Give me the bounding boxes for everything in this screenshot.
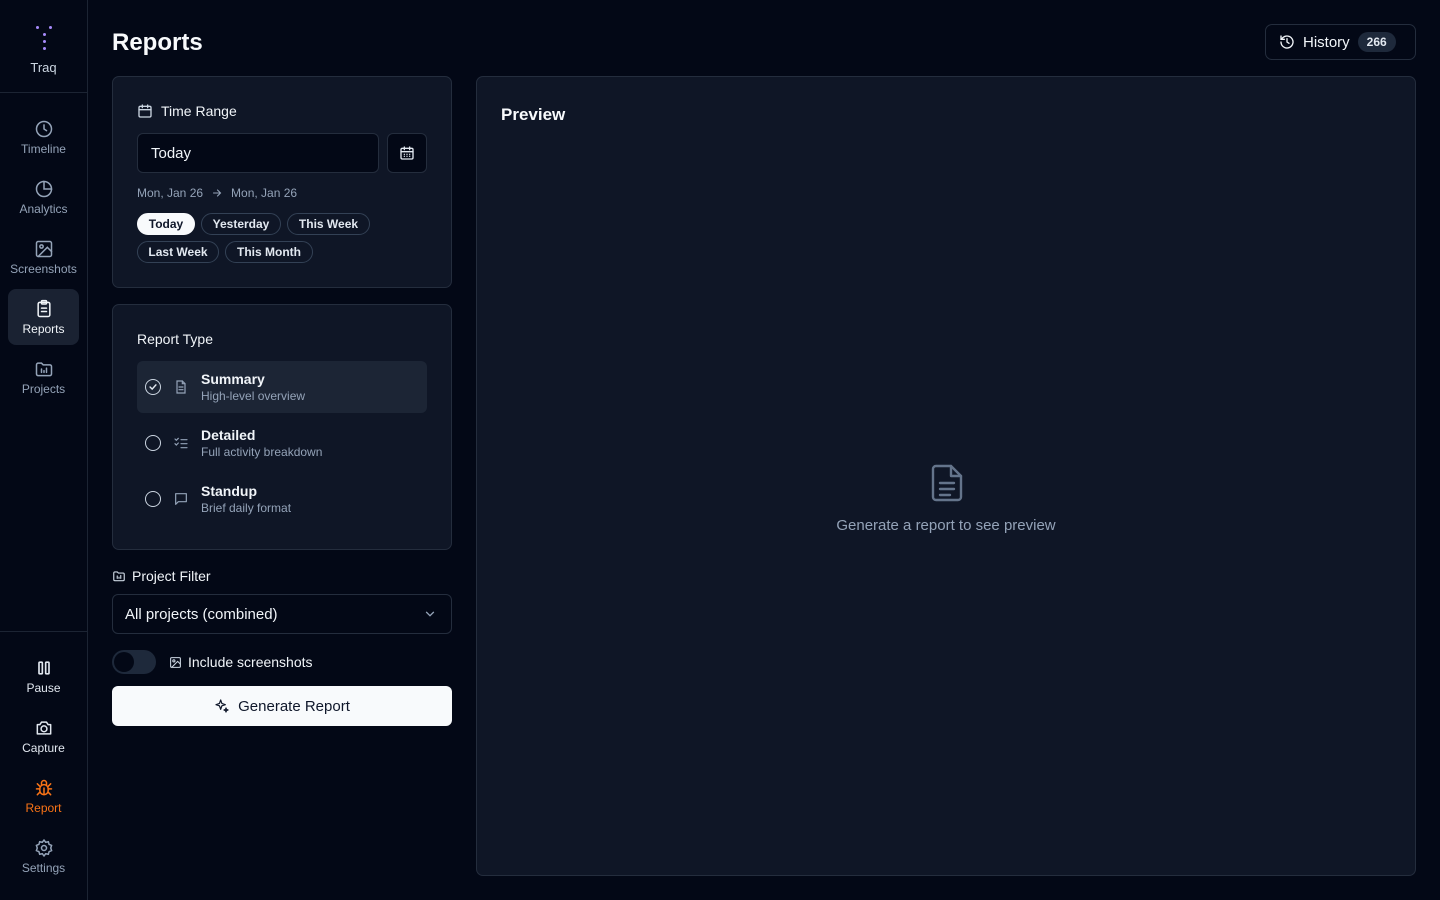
gear-icon bbox=[34, 838, 53, 857]
pause-label: Pause bbox=[26, 680, 61, 695]
time-range-title: Time Range bbox=[161, 103, 237, 119]
preset-today[interactable]: Today bbox=[137, 213, 195, 235]
option-desc: Brief daily format bbox=[201, 501, 292, 515]
calendar-grid-icon bbox=[400, 146, 414, 160]
list-checks-icon bbox=[174, 437, 188, 449]
toggle-knob bbox=[114, 652, 134, 672]
image-icon bbox=[35, 240, 52, 257]
history-label: History bbox=[1303, 33, 1350, 51]
include-screenshots-label: Include screenshots bbox=[169, 654, 313, 670]
sidebar-item-label: Projects bbox=[21, 381, 66, 396]
camera-icon bbox=[36, 720, 51, 735]
preview-empty-message: Generate a report to see preview bbox=[836, 517, 1056, 534]
sidebar-item-label: Timeline bbox=[21, 141, 66, 156]
folder-chart-icon bbox=[113, 571, 125, 582]
preset-this-month[interactable]: This Month bbox=[225, 241, 313, 263]
chevron-down-icon bbox=[425, 611, 435, 617]
app-logo[interactable]: Traq bbox=[0, 0, 87, 93]
option-desc: Full activity breakdown bbox=[201, 445, 323, 459]
sidebar-item-analytics[interactable]: Analytics bbox=[8, 169, 79, 225]
option-name: Detailed bbox=[201, 427, 256, 443]
project-filter-value: All projects (combined) bbox=[125, 605, 278, 623]
preset-last-week[interactable]: Last Week bbox=[137, 241, 219, 263]
range-end: Mon, Jan 26 bbox=[231, 186, 298, 200]
sidebar-item-label: Analytics bbox=[19, 201, 68, 216]
sidebar-item-projects[interactable]: Projects bbox=[8, 349, 79, 405]
option-name: Summary bbox=[201, 371, 265, 387]
bug-icon bbox=[35, 779, 52, 795]
sidebar-item-label: Reports bbox=[22, 321, 65, 336]
time-range-heading: Time Range bbox=[137, 103, 237, 119]
include-screenshots-text: Include screenshots bbox=[188, 654, 313, 670]
generate-report-label: Generate Report bbox=[238, 697, 350, 715]
capture-label: Capture bbox=[22, 740, 65, 755]
check-icon bbox=[149, 384, 157, 391]
history-button[interactable]: History 266 bbox=[1265, 24, 1416, 60]
report-bug-label: Report bbox=[25, 800, 62, 815]
preset-yesterday[interactable]: Yesterday bbox=[201, 213, 281, 235]
time-range-card: Time Range Today Mon, Jan 26 Mon, Jan 26… bbox=[112, 76, 452, 288]
preset-this-week[interactable]: This Week bbox=[287, 213, 370, 235]
date-range-input[interactable]: Today bbox=[137, 133, 379, 173]
history-icon bbox=[1280, 35, 1294, 49]
date-range-summary: Mon, Jan 26 Mon, Jan 26 bbox=[137, 186, 297, 200]
radio-unselected[interactable] bbox=[145, 491, 161, 507]
sidebar-item-timeline[interactable]: Timeline bbox=[8, 109, 79, 165]
report-type-title: Report Type bbox=[137, 331, 214, 347]
calendar-icon bbox=[138, 104, 152, 118]
folder-icon bbox=[35, 361, 52, 376]
project-filter-title: Project Filter bbox=[132, 568, 211, 584]
pause-icon bbox=[37, 660, 50, 675]
sidebar-divider bbox=[0, 631, 87, 632]
report-type-detailed[interactable]: Detailed Full activity breakdown bbox=[137, 417, 427, 469]
sidebar-item-reports[interactable]: Reports bbox=[8, 289, 79, 345]
generate-report-button[interactable]: Generate Report bbox=[112, 686, 452, 726]
page-title: Reports bbox=[112, 29, 203, 56]
radio-unselected[interactable] bbox=[145, 435, 161, 451]
message-square-icon bbox=[175, 493, 187, 505]
range-start: Mon, Jan 26 bbox=[137, 186, 204, 200]
project-filter-label: Project Filter bbox=[112, 568, 211, 584]
report-type-summary[interactable]: Summary High-level overview bbox=[137, 361, 427, 413]
sidebar-item-label: Screenshots bbox=[10, 261, 77, 276]
option-name: Standup bbox=[201, 483, 257, 499]
sidebar: Traq Timeline Analytics Screenshots Repo… bbox=[0, 0, 88, 900]
report-type-standup[interactable]: Standup Brief daily format bbox=[137, 473, 427, 525]
report-bug-button[interactable]: Report bbox=[8, 768, 79, 824]
radio-selected[interactable] bbox=[145, 379, 161, 395]
app-name: Traq bbox=[30, 60, 57, 75]
settings-button[interactable]: Settings bbox=[8, 828, 79, 884]
clock-icon bbox=[35, 120, 52, 137]
document-icon bbox=[176, 380, 186, 394]
project-filter-select[interactable]: All projects (combined) bbox=[112, 594, 452, 634]
option-desc: High-level overview bbox=[201, 389, 306, 403]
settings-label: Settings bbox=[21, 860, 66, 875]
arrow-right-icon bbox=[212, 189, 222, 197]
preview-panel: Preview Generate a report to see preview bbox=[476, 76, 1416, 876]
include-screenshots-toggle[interactable] bbox=[112, 650, 156, 674]
sidebar-item-screenshots[interactable]: Screenshots bbox=[8, 229, 79, 285]
image-icon bbox=[170, 656, 181, 668]
clipboard-icon bbox=[36, 299, 51, 317]
logo-icon bbox=[34, 24, 54, 52]
pie-chart-icon bbox=[35, 180, 52, 197]
capture-button[interactable]: Capture bbox=[8, 708, 79, 764]
sparkles-icon bbox=[215, 699, 229, 713]
preview-title: Preview bbox=[501, 105, 566, 124]
history-count-badge: 266 bbox=[1357, 32, 1396, 52]
file-text-icon bbox=[931, 464, 963, 502]
pause-button[interactable]: Pause bbox=[8, 648, 79, 704]
report-type-card: Report Type Summary High-level overview … bbox=[112, 304, 452, 550]
calendar-picker-button[interactable] bbox=[387, 133, 427, 173]
